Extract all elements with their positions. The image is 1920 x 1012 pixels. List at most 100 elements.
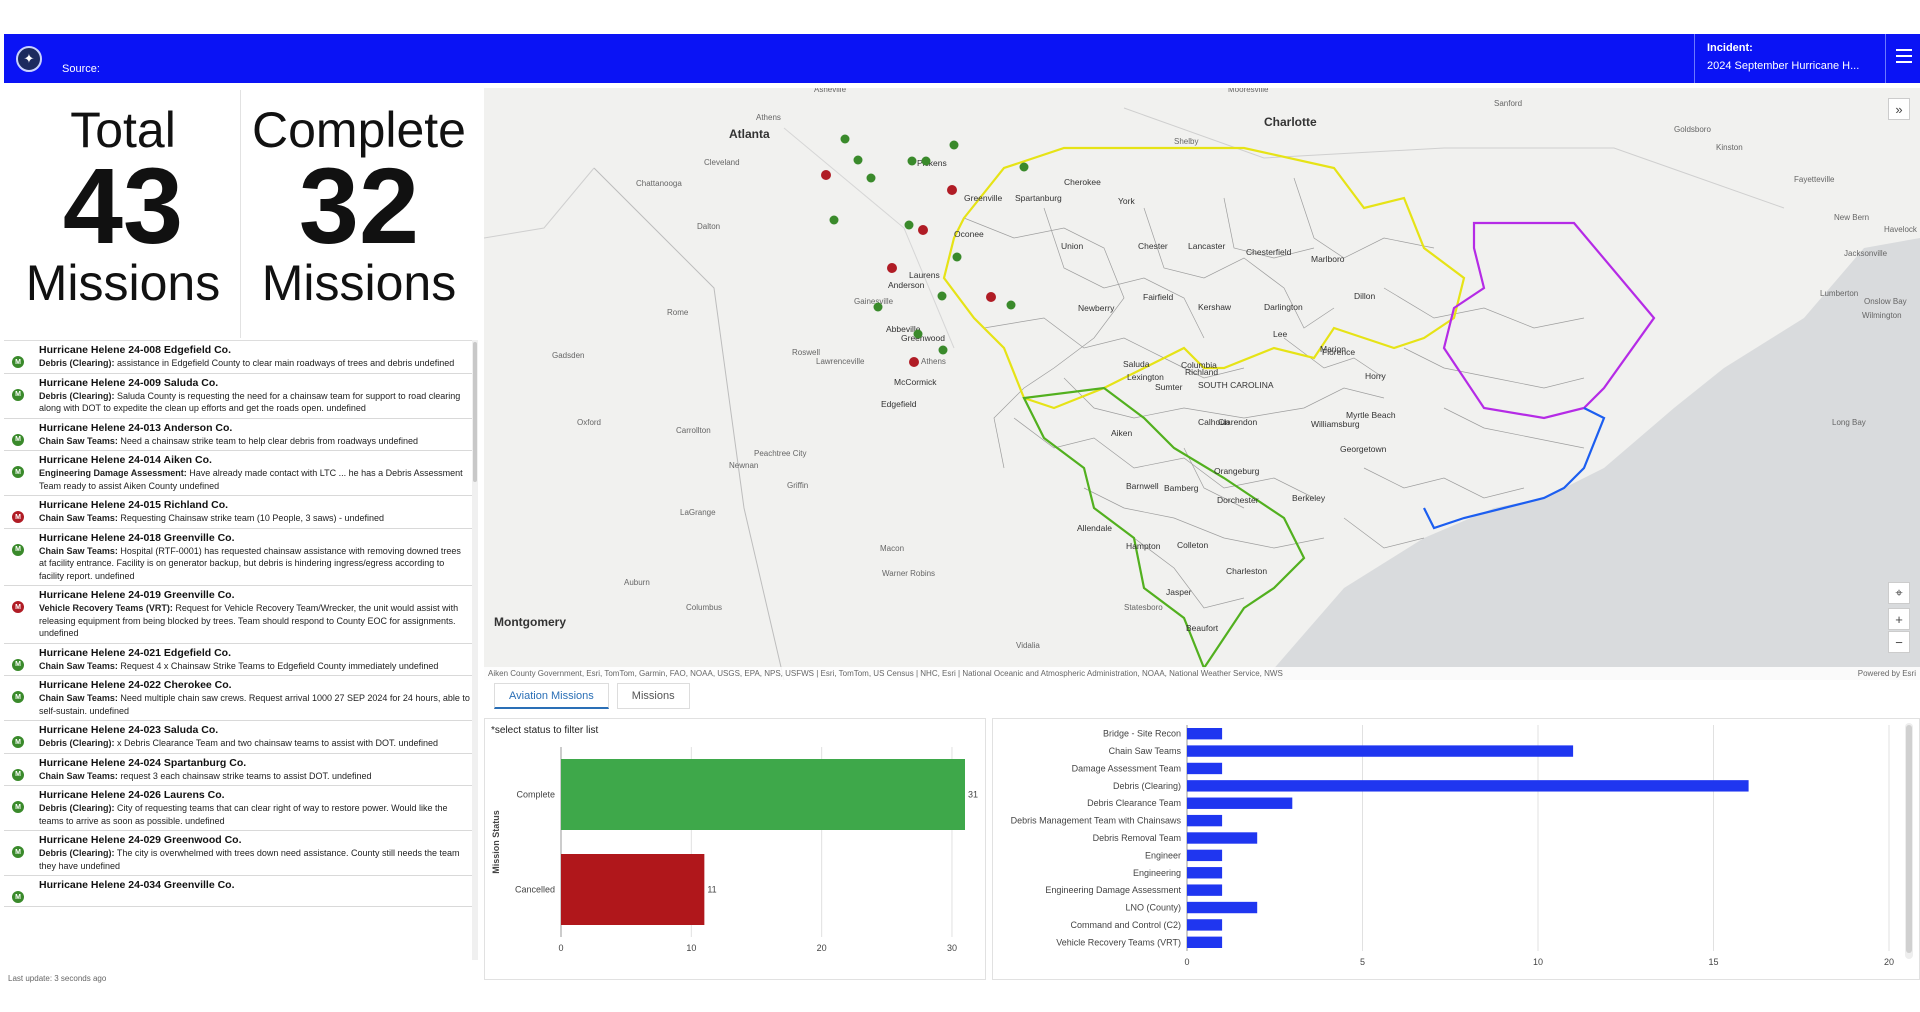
map-marker-complete[interactable]	[937, 291, 947, 301]
mission-list[interactable]: M Hurricane Helene 24-008 Edgefield Co. De…	[4, 340, 476, 970]
mission-list-item[interactable]: M Hurricane Helene 24-026 Laurens Co. Debr…	[4, 786, 476, 831]
map-marker-cancelled[interactable]	[918, 225, 928, 235]
mission-type-bar[interactable]	[1187, 919, 1223, 931]
map-marker-cancelled[interactable]	[947, 185, 957, 195]
city-label: Charlotte	[1264, 115, 1317, 129]
map-marker-complete[interactable]	[904, 220, 914, 230]
city-label: Statesboro	[1124, 603, 1163, 612]
bar-value-label: 11	[707, 885, 716, 895]
complete-value: 32	[298, 145, 420, 266]
county-label: Jasper	[1166, 587, 1192, 597]
x-tick-label: 5	[1360, 957, 1365, 967]
mission-type-bar[interactable]	[1187, 849, 1223, 862]
map-marker-complete[interactable]	[866, 173, 876, 183]
mission-type-bar[interactable]	[1187, 814, 1223, 827]
category-label: Chain Saw Teams	[1109, 746, 1182, 756]
mission-list-item[interactable]: M Hurricane Helene 24-009 Saluda Co. Debri…	[4, 373, 476, 419]
tab-missions[interactable]: Missions	[616, 683, 690, 709]
city-label: Shelby	[1174, 137, 1198, 146]
mission-list-item[interactable]: M Hurricane Helene 24-019 Greenville Co. V…	[4, 586, 476, 644]
city-label: Griffin	[787, 481, 808, 490]
status-complete-icon: M	[12, 433, 24, 446]
mission-list-item[interactable]: M Hurricane Helene 24-013 Anderson Co. Cha…	[4, 418, 476, 451]
mission-type-bar[interactable]	[1187, 867, 1223, 879]
locate-icon[interactable]: ⌖	[1888, 582, 1910, 604]
mission-list-item[interactable]: M Hurricane Helene 24-029 Greenwood Co. De…	[4, 831, 476, 876]
mission-list-item[interactable]: M Hurricane Helene 24-022 Cherokee Co. Cha…	[4, 676, 476, 721]
mission-description: Chain Saw Teams: Hospital (RTF-0001) has…	[39, 545, 470, 583]
map-marker-complete[interactable]	[952, 252, 962, 262]
mission-list-item[interactable]: M Hurricane Helene 24-014 Aiken Co. Engine…	[4, 451, 476, 496]
city-label: Vidalia	[1016, 641, 1040, 650]
mission-list-item[interactable]: M Hurricane Helene 24-018 Greenville Co. C…	[4, 528, 476, 586]
map-marker-cancelled[interactable]	[909, 357, 919, 367]
chart-scrollbar-thumb[interactable]	[1906, 725, 1912, 953]
status-bar-chart[interactable]: 0 10 20 30 Complete 31 Cancelled 11 Mission Stat…	[485, 719, 985, 979]
mission-type-bar[interactable]	[1187, 745, 1574, 757]
mission-text: request 3 each chainsaw strike teams to …	[117, 770, 372, 781]
mission-type-bar[interactable]	[1187, 936, 1223, 948]
chevron-double-down-icon[interactable]: »	[1888, 98, 1910, 120]
map-marker-complete[interactable]	[853, 155, 863, 165]
scrollbar-thumb[interactable]	[473, 342, 477, 482]
mission-list-item[interactable]: M Hurricane Helene 24-024 Spartanburg Co.…	[4, 753, 476, 786]
county-label: Lexington	[1127, 372, 1164, 382]
map-marker-complete[interactable]	[921, 156, 931, 166]
mission-list-item[interactable]: M Hurricane Helene 24-023 Saluda Co. Debri…	[4, 721, 476, 754]
county-label: Myrtle Beach	[1346, 410, 1396, 420]
category-label: Cancelled	[515, 885, 555, 895]
county-label: Beaufort	[1186, 623, 1219, 633]
mission-list-item[interactable]: M Hurricane Helene 24-008 Edgefield Co. De…	[4, 341, 476, 374]
mission-list-item[interactable]: M Hurricane Helene 24-015 Richland Co. Cha…	[4, 496, 476, 529]
bar-complete[interactable]	[561, 759, 965, 830]
incident-selector[interactable]: Incident: 2024 September Hurricane H...	[1694, 34, 1886, 83]
powered-by-esri[interactable]: Powered by Esri	[1858, 669, 1916, 678]
zoom-in-button[interactable]: +	[1888, 608, 1910, 630]
county-label: Williamsburg	[1311, 419, 1360, 429]
county-label: Georgetown	[1340, 444, 1387, 454]
county-label: Cherokee	[1064, 177, 1101, 187]
map-canvas[interactable]: Charlotte Atlanta Asheville Mooresville Sanf…	[484, 88, 1920, 680]
mission-type-bar[interactable]	[1187, 901, 1258, 914]
map-marker-complete[interactable]	[949, 140, 959, 150]
mission-type-bar[interactable]	[1187, 797, 1293, 809]
county-label: Aiken	[1111, 428, 1133, 438]
city-label: Kinston	[1716, 143, 1743, 152]
county-label: Allendale	[1077, 523, 1112, 533]
mission-type-bar[interactable]	[1187, 884, 1223, 896]
mission-type-bar[interactable]	[1187, 780, 1749, 792]
map-marker-complete[interactable]	[873, 302, 883, 312]
mission-type-bar[interactable]	[1187, 762, 1223, 775]
mission-type-bar[interactable]	[1187, 728, 1223, 740]
map-marker-cancelled[interactable]	[887, 263, 897, 273]
map-marker-cancelled[interactable]	[986, 292, 996, 302]
county-label: Lee	[1273, 329, 1287, 339]
mission-item-body: Hurricane Helene 24-023 Saluda Co. Debris…	[39, 724, 470, 750]
county-label: Fairfield	[1143, 292, 1174, 302]
map-marker-complete[interactable]	[913, 329, 923, 339]
map-marker-complete[interactable]	[1019, 162, 1029, 172]
mission-type-bar-chart[interactable]: 0 5 10 15 20 Bridge - Site Recon Chain Saw Tea…	[993, 719, 1919, 979]
tab-aviation-missions[interactable]: Aviation Missions	[494, 683, 609, 709]
zoom-out-button[interactable]: −	[1888, 631, 1910, 653]
map-marker-complete[interactable]	[1006, 300, 1016, 310]
map-marker-complete[interactable]	[829, 215, 839, 225]
map-marker-cancelled[interactable]	[821, 170, 831, 180]
status-complete-icon: M	[12, 691, 24, 703]
mission-list-item[interactable]: M Hurricane Helene 24-021 Edgefield Co. Ch…	[4, 643, 476, 676]
mission-type-bar[interactable]	[1187, 832, 1258, 844]
incident-map[interactable]: Charlotte Atlanta Asheville Mooresville Sanf…	[484, 88, 1920, 680]
map-marker-complete[interactable]	[938, 345, 948, 355]
mission-list-scrollbar[interactable]	[472, 340, 478, 960]
app-header: ✦ Source: Incident: 2024 September Hurri…	[4, 34, 1920, 83]
mission-list-item[interactable]: M Hurricane Helene 24-034 Greenville Co.	[4, 876, 476, 907]
city-label: LaGrange	[680, 508, 716, 517]
county-label: Darlington	[1264, 302, 1303, 312]
map-marker-complete[interactable]	[907, 156, 917, 166]
city-label: Lumberton	[1820, 289, 1858, 298]
bar-cancelled[interactable]	[561, 854, 705, 925]
map-marker-complete[interactable]	[840, 134, 850, 144]
category-label: Damage Assessment Team	[1072, 763, 1181, 773]
chart-tabs: Aviation Missions Missions	[494, 683, 698, 709]
hamburger-menu-icon[interactable]	[1896, 49, 1912, 63]
